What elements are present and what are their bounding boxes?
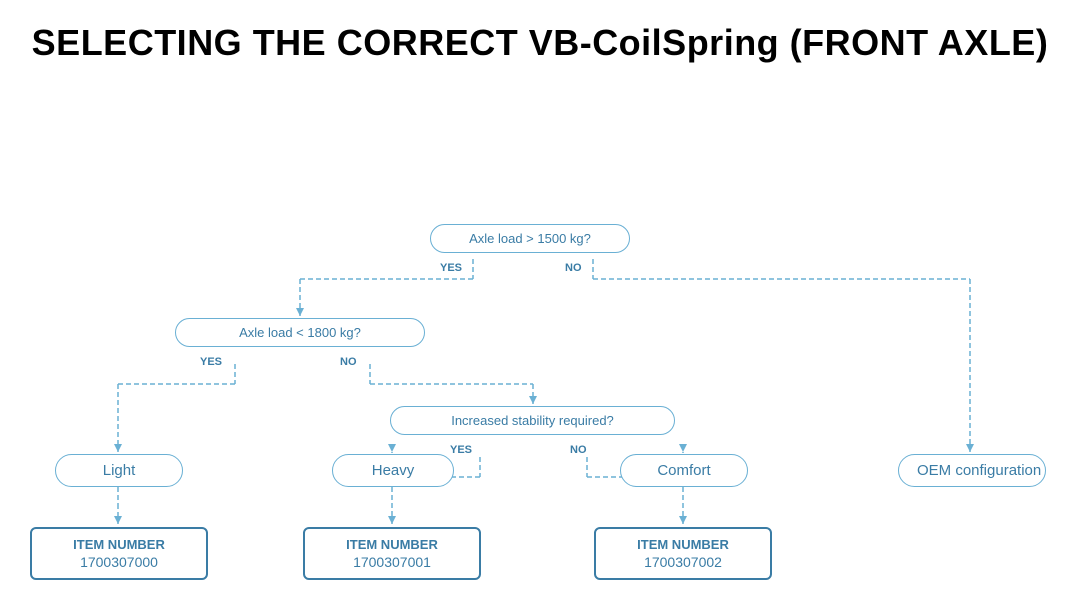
d3-yes-label: YES bbox=[450, 444, 472, 456]
d2-no-label: NO bbox=[340, 356, 357, 368]
result-light: Light bbox=[55, 454, 183, 487]
item-box-3: ITEM NUMBER 1700307002 bbox=[594, 527, 772, 580]
result-heavy: Heavy bbox=[332, 454, 454, 487]
page-title: SELECTING THE CORRECT VB-CoilSpring (FRO… bbox=[0, 0, 1080, 74]
result-comfort: Comfort bbox=[620, 454, 748, 487]
result-oem: OEM configuration bbox=[898, 454, 1046, 487]
item2-number: 1700307001 bbox=[317, 554, 467, 570]
diagram-area: Axle load > 1500 kg? YES NO Axle load < … bbox=[0, 84, 1080, 584]
item3-label: ITEM NUMBER bbox=[608, 537, 758, 552]
d2-yes-label: YES bbox=[200, 356, 222, 368]
connector-lines bbox=[0, 84, 1080, 584]
decision-box-2: Axle load < 1800 kg? bbox=[175, 318, 425, 347]
item-box-1: ITEM NUMBER 1700307000 bbox=[30, 527, 208, 580]
d3-no-label: NO bbox=[570, 444, 587, 456]
item2-label: ITEM NUMBER bbox=[317, 537, 467, 552]
d1-no-label: NO bbox=[565, 262, 582, 274]
item1-label: ITEM NUMBER bbox=[44, 537, 194, 552]
item3-number: 1700307002 bbox=[608, 554, 758, 570]
d1-yes-label: YES bbox=[440, 262, 462, 274]
decision-box-1: Axle load > 1500 kg? bbox=[430, 224, 630, 253]
item1-number: 1700307000 bbox=[44, 554, 194, 570]
decision-box-3: Increased stability required? bbox=[390, 406, 675, 435]
item-box-2: ITEM NUMBER 1700307001 bbox=[303, 527, 481, 580]
